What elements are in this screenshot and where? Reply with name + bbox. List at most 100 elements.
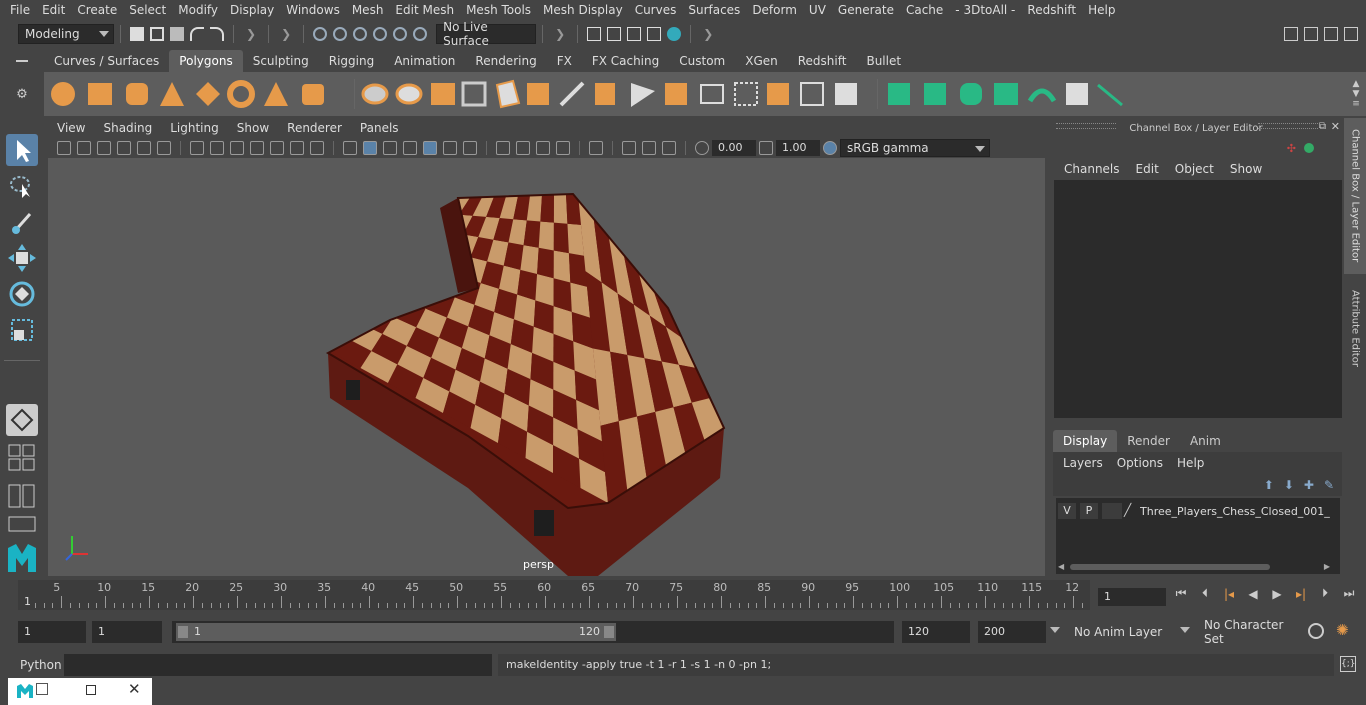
xray-joints-icon[interactable] bbox=[642, 141, 656, 155]
channel-menu-channels[interactable]: Channels bbox=[1056, 162, 1128, 176]
float-panel-icon[interactable]: ⧉ bbox=[1319, 121, 1326, 132]
xray-icon[interactable] bbox=[622, 141, 636, 155]
perspective-viewport[interactable]: persp bbox=[48, 158, 1045, 576]
menu-uv[interactable]: UV bbox=[803, 0, 832, 20]
shelf-settings-icon[interactable]: ⚙ bbox=[0, 72, 44, 116]
snap-live-icon[interactable] bbox=[393, 26, 408, 41]
shelf-tab-rendering[interactable]: Rendering bbox=[465, 50, 546, 72]
menu-help[interactable]: Help bbox=[1082, 0, 1121, 20]
channel-box-toggle-icon[interactable] bbox=[1344, 26, 1358, 41]
animation-preferences-icon[interactable]: ✺ bbox=[1336, 621, 1349, 639]
safe-title-icon[interactable] bbox=[310, 141, 324, 155]
playhead[interactable]: 1 bbox=[24, 582, 31, 608]
grid-icon[interactable] bbox=[190, 141, 204, 155]
layer-playback-toggle[interactable]: P bbox=[1080, 503, 1098, 519]
isolate-select-icon[interactable] bbox=[589, 141, 603, 155]
shelf-tab-curves-surfaces[interactable]: Curves / Surfaces bbox=[44, 50, 169, 72]
maximize-icon[interactable] bbox=[86, 685, 96, 695]
shelf-tab-custom[interactable]: Custom bbox=[669, 50, 735, 72]
range-start-grip[interactable] bbox=[178, 626, 188, 638]
script-editor-icon[interactable]: {;} bbox=[1340, 656, 1356, 672]
rotate-tool-icon[interactable] bbox=[6, 278, 38, 310]
gamma-field[interactable]: 1.00 bbox=[776, 140, 820, 156]
menu-modify[interactable]: Modify bbox=[172, 0, 224, 20]
redo-icon[interactable] bbox=[210, 26, 224, 41]
tool-settings-toggle-icon[interactable] bbox=[1324, 26, 1338, 41]
menu-select[interactable]: Select bbox=[123, 0, 172, 20]
attribute-editor-toggle-icon[interactable] bbox=[1304, 26, 1318, 41]
close-icon[interactable]: ✕ bbox=[1331, 120, 1340, 133]
shelf-tab-fx-caching[interactable]: FX Caching bbox=[582, 50, 669, 72]
textured-icon[interactable] bbox=[423, 141, 437, 155]
side-tab-attribute-editor[interactable]: Attribute Editor bbox=[1344, 278, 1366, 378]
snap-grid-icon[interactable] bbox=[313, 26, 328, 41]
depth-of-field-icon[interactable] bbox=[556, 141, 570, 155]
shelf-tab-redshift[interactable]: Redshift bbox=[788, 50, 857, 72]
colorspace-dropdown[interactable]: sRGB gamma bbox=[840, 139, 990, 157]
end-time-field[interactable]: 200 bbox=[978, 621, 1046, 643]
render-sequence-icon[interactable] bbox=[607, 26, 622, 41]
shelf-menu-icon[interactable] bbox=[0, 50, 44, 72]
safe-action-icon[interactable] bbox=[290, 141, 304, 155]
script-language-label[interactable]: Python bbox=[20, 658, 62, 672]
layer-menu-layers[interactable]: Layers bbox=[1063, 456, 1111, 470]
playback-end-field[interactable]: 120 bbox=[902, 621, 970, 643]
xray-active-icon[interactable] bbox=[662, 141, 676, 155]
multisample-icon[interactable] bbox=[536, 141, 550, 155]
2d-pan-zoom-icon[interactable] bbox=[137, 141, 151, 155]
image-plane-icon[interactable] bbox=[117, 141, 131, 155]
exposure-field[interactable]: 0.00 bbox=[712, 140, 756, 156]
menu-windows[interactable]: Windows bbox=[280, 0, 346, 20]
snap-curve-icon[interactable] bbox=[333, 26, 348, 41]
collapse-arrow-icon[interactable]: ❯ bbox=[246, 27, 256, 41]
film-gate-icon[interactable] bbox=[210, 141, 224, 155]
shelf-tab-animation[interactable]: Animation bbox=[384, 50, 465, 72]
magnet-icon[interactable] bbox=[413, 26, 428, 41]
live-surface-field[interactable]: No Live Surface bbox=[436, 20, 537, 48]
layer-row[interactable]: V P ╱ Three_Players_Chess_Closed_001_lay… bbox=[1056, 500, 1340, 522]
gate-mask-icon[interactable] bbox=[250, 141, 264, 155]
menu-edit-mesh[interactable]: Edit Mesh bbox=[389, 0, 460, 20]
panel-menu-shading[interactable]: Shading bbox=[94, 121, 161, 135]
menu-file[interactable]: File bbox=[4, 0, 36, 20]
scale-tool-icon[interactable] bbox=[6, 314, 38, 346]
channel-menu-object[interactable]: Object bbox=[1167, 162, 1222, 176]
menu-surfaces[interactable]: Surfaces bbox=[682, 0, 746, 20]
color-management-icon[interactable] bbox=[823, 141, 837, 155]
shelf-tab-sculpting[interactable]: Sculpting bbox=[243, 50, 319, 72]
motion-blur-icon[interactable] bbox=[516, 141, 530, 155]
shelf-tab-fx[interactable]: FX bbox=[547, 50, 582, 72]
default-material-icon[interactable] bbox=[383, 141, 397, 155]
go-to-end-icon[interactable]: ⏭ bbox=[1340, 586, 1358, 601]
shelf-tab-polygons[interactable]: Polygons bbox=[169, 50, 243, 72]
new-scene-icon[interactable] bbox=[130, 26, 144, 41]
layer-name[interactable]: Three_Players_Chess_Closed_001_layer bbox=[1140, 505, 1330, 518]
shelf-tab-bullet[interactable]: Bullet bbox=[856, 50, 911, 72]
step-forward-icon[interactable]: ⏵ bbox=[1316, 586, 1334, 601]
move-layer-up-icon[interactable]: ⬆ bbox=[1264, 478, 1274, 492]
snap-view-plane-icon[interactable] bbox=[373, 26, 388, 41]
menu-generate[interactable]: Generate bbox=[832, 0, 900, 20]
ambient-occlusion-icon[interactable] bbox=[496, 141, 510, 155]
panel-menu-panels[interactable]: Panels bbox=[351, 121, 408, 135]
resolution-gate-icon[interactable] bbox=[230, 141, 244, 155]
menu-mesh-display[interactable]: Mesh Display bbox=[537, 0, 629, 20]
panel-menu-show[interactable]: Show bbox=[228, 121, 278, 135]
layer-menu-options[interactable]: Options bbox=[1117, 456, 1171, 470]
menu-3dtoall[interactable]: - 3DtoAll - bbox=[949, 0, 1021, 20]
maya-app-icon[interactable] bbox=[16, 683, 34, 699]
menu-redshift[interactable]: Redshift bbox=[1021, 0, 1082, 20]
range-end-grip[interactable] bbox=[604, 626, 614, 638]
restore-icon[interactable] bbox=[36, 683, 48, 695]
select-camera-icon[interactable] bbox=[57, 141, 71, 155]
menu-create[interactable]: Create bbox=[71, 0, 123, 20]
character-set-dropdown[interactable]: No Character Set bbox=[1178, 618, 1302, 646]
ipr-render-icon[interactable] bbox=[627, 26, 642, 41]
panel-menu-renderer[interactable]: Renderer bbox=[278, 121, 351, 135]
auto-key-icon[interactable] bbox=[1308, 623, 1324, 639]
panel-menu-lighting[interactable]: Lighting bbox=[161, 121, 228, 135]
layer-tab-anim[interactable]: Anim bbox=[1180, 430, 1231, 452]
render-icon[interactable] bbox=[587, 26, 602, 41]
smooth-shade-icon[interactable] bbox=[363, 141, 377, 155]
start-time-field[interactable]: 1 bbox=[18, 621, 86, 643]
